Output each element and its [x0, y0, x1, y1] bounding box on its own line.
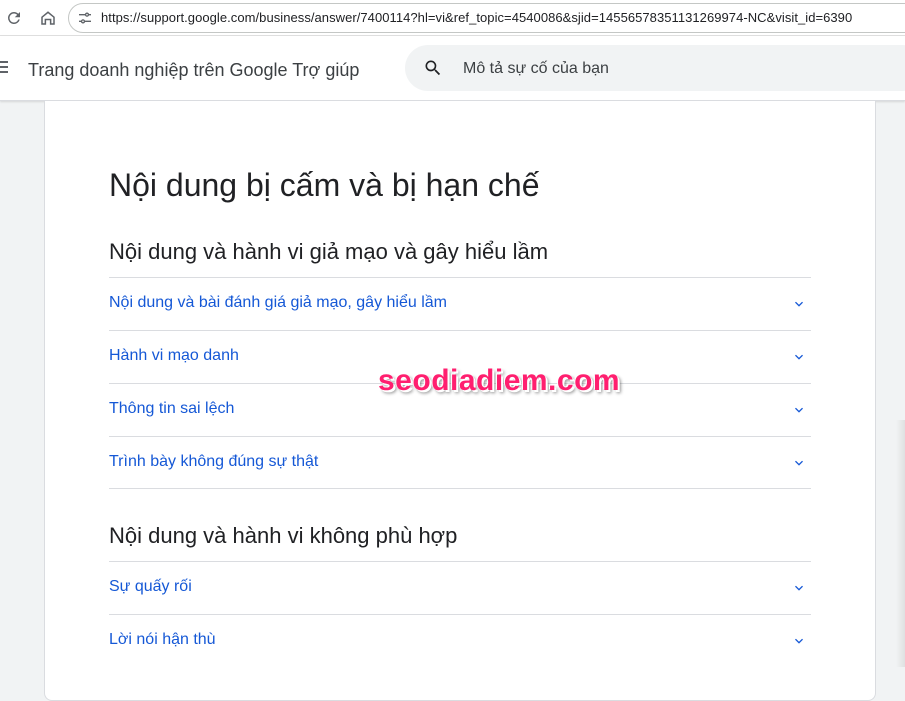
- chevron-down-icon[interactable]: [791, 455, 807, 471]
- watermark-text: seodiadiem.com: [378, 364, 621, 397]
- accordion-item-label: Lời nói hận thù: [109, 631, 216, 648]
- accordion-item-label: Hành vi mạo danh: [109, 347, 239, 364]
- panel-edge-shadow: [896, 420, 905, 667]
- accordion-item-label: Nội dung và bài đánh giá giả mạo, gây hi…: [109, 294, 447, 311]
- site-info-icon[interactable]: [77, 10, 93, 26]
- help-center-header: Trang doanh nghiệp trên Google Trợ giúp: [0, 36, 905, 101]
- chevron-down-icon[interactable]: [791, 402, 807, 418]
- help-center-title[interactable]: Trang doanh nghiệp trên Google Trợ giúp: [28, 60, 359, 81]
- chevron-down-icon[interactable]: [791, 296, 807, 312]
- accordion-item-fake-content[interactable]: Nội dung và bài đánh giá giả mạo, gây hi…: [109, 277, 811, 330]
- accordion-item-harassment[interactable]: Sự quấy rối: [109, 561, 811, 614]
- accordion-item-label: Thông tin sai lệch: [109, 400, 235, 417]
- address-bar[interactable]: https://support.google.com/business/answ…: [68, 3, 905, 33]
- page-title: Nội dung bị cấm và bị hạn chế: [109, 167, 540, 203]
- menu-icon[interactable]: [0, 60, 8, 74]
- browser-toolbar: https://support.google.com/business/answ…: [0, 0, 905, 36]
- accordion-item-label: Sự quấy rối: [109, 578, 192, 595]
- home-icon[interactable]: [36, 6, 60, 30]
- chevron-down-icon[interactable]: [791, 349, 807, 365]
- accordion-item-hate-speech[interactable]: Lời nói hận thù: [109, 614, 811, 667]
- chevron-down-icon[interactable]: [791, 633, 807, 649]
- section-heading-misleading: Nội dung và hành vi giả mạo và gây hiểu …: [109, 239, 549, 264]
- reload-icon[interactable]: [2, 6, 26, 30]
- article-card: Nội dung bị cấm và bị hạn chế Nội dung v…: [44, 101, 876, 701]
- search-input[interactable]: [461, 56, 885, 82]
- url-text: https://support.google.com/business/answ…: [101, 10, 853, 25]
- help-search-box[interactable]: [405, 45, 905, 91]
- accordion-item-misrepresentation[interactable]: Trình bày không đúng sự thật: [109, 436, 811, 489]
- section-heading-inappropriate: Nội dung và hành vi không phù hợp: [109, 523, 458, 548]
- search-icon[interactable]: [423, 58, 443, 78]
- accordion-item-label: Trình bày không đúng sự thật: [109, 453, 319, 470]
- chevron-down-icon[interactable]: [791, 580, 807, 596]
